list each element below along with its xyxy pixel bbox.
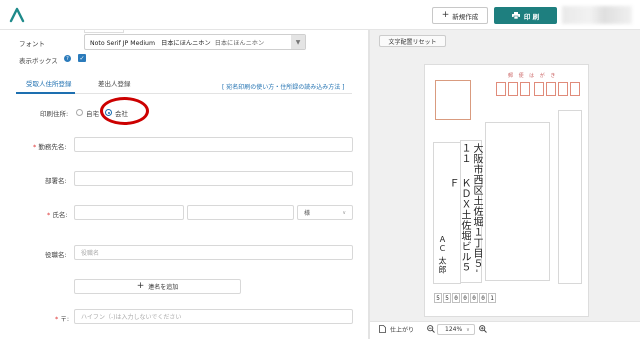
name-label-text: 氏名: [52,211,68,219]
zip-digit: 0 [452,293,460,303]
postal-box [534,82,544,96]
reset-layout-button[interactable]: 文字配置リセット [379,35,446,47]
tab-recipient[interactable]: 受取人住所登録 [26,78,72,88]
new-button-label: 新規作成 [452,12,479,21]
chevron-down-icon: ∨ [466,326,470,333]
radio-home[interactable] [76,109,83,116]
print-button-label: 印 刷 [523,12,540,21]
print-address-label: 印刷住所: [40,110,69,118]
display-box-label: 表示ボックス [19,57,58,65]
postal-box [558,82,568,96]
plus-icon: + [136,281,145,291]
print-button[interactable]: 印 刷 [494,7,557,24]
last-name-input[interactable] [74,205,184,220]
honorific-select[interactable]: 様 ∨ [297,205,353,220]
required-mark: * [47,211,51,219]
zip-digit: 1 [488,293,496,303]
font-select[interactable]: Noto Serif JP Medium 日本にほんニホン 日本にほんニホン ▼ [84,34,306,50]
radio-home-label: 自宅 [86,110,99,118]
zoom-select[interactable]: 124% ∨ [437,324,475,335]
postal-box [508,82,518,96]
chevron-down-icon: ∨ [342,209,346,216]
user-menu[interactable] [562,6,632,24]
stamp-box [435,80,471,120]
zoom-value: 124% [445,326,463,333]
postal-box [520,82,530,96]
chevron-down-icon: ▼ [291,35,305,49]
printer-icon [511,12,520,19]
company-label-text: 勤務先名: [38,143,67,151]
partial-select [84,30,124,33]
department-label: 部署名: [45,177,67,185]
zoom-in-icon[interactable] [479,325,487,333]
zip-digit: 0 [479,293,487,303]
company-input[interactable] [74,137,353,152]
recipient-area[interactable] [558,110,582,284]
zip-digit: 5 [443,293,451,303]
postcard-header: 郵 便 は が き [508,73,558,79]
zip-label-text: 〒: [60,315,70,323]
postal-box [570,82,580,96]
tab-sender[interactable]: 差出人登録 [98,78,131,88]
finish-label[interactable]: 仕上がり [390,325,414,334]
address-line-2: ＫＤＸ土佐堀ビル５Ｆ [447,178,470,273]
document-icon [379,325,386,333]
postal-box [496,82,506,96]
zip-digit: 0 [461,293,469,303]
reset-layout-label: 文字配置リセット [388,38,437,46]
app-logo-icon[interactable] [8,6,26,24]
position-placeholder: 役職名 [81,250,100,257]
add-joint-name-label: 連名を追加 [148,284,179,291]
zip-digit: 5 [434,293,442,303]
recipient-name: ＡＣ 太郎 [438,235,447,275]
position-input[interactable]: 役職名 [74,245,353,260]
font-select-value: Noto Serif JP Medium 日本にほんニホン [90,39,211,47]
zip-placeholder: ハイフン（-)は入力しないでください [81,314,182,321]
zoom-out-icon[interactable] [427,325,435,333]
new-button[interactable]: + 新規作成 [432,7,488,24]
zip-input[interactable]: ハイフン（-)は入力しないでください [74,309,353,324]
highlight-circle [100,97,149,125]
display-box-checkbox[interactable]: ✓ [78,54,86,62]
plus-icon: + [441,10,450,20]
postal-box [546,82,556,96]
zip-digit: 0 [470,293,478,303]
first-name-input[interactable] [187,205,294,220]
zip-label: * 〒: [55,313,69,323]
help-link[interactable]: [ 宛名印刷の使い方・住所録の読み込み方法 ] [222,82,345,91]
tab-active-indicator [16,92,75,94]
help-icon[interactable]: ? [64,55,71,62]
company-area[interactable] [485,122,550,281]
required-mark: * [33,143,37,151]
name-label: * 氏名: [47,209,68,219]
required-mark: * [55,315,59,323]
position-label: 役職名: [45,251,67,259]
top-bar: + 新規作成 印 刷 [0,0,640,30]
honorific-value: 様 [304,210,311,217]
company-label: * 勤務先名: [33,141,67,151]
font-preview: 日本にほんニホン [214,39,265,47]
font-label: フォント [19,40,45,48]
department-input[interactable] [74,171,353,186]
add-joint-name-button[interactable]: + 連名を追加 [74,279,241,294]
